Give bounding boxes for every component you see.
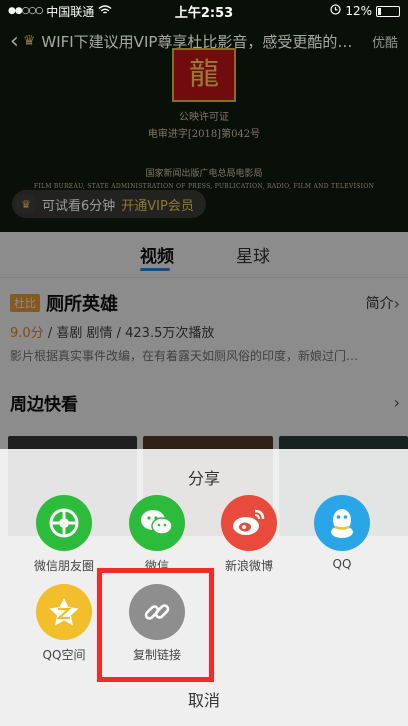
qzone-icon <box>36 584 92 640</box>
share-copy-link[interactable]: 复制链接 <box>117 584 197 663</box>
share-label: 复制链接 <box>132 648 181 662</box>
share-sheet: 分享 微信朋友圈 微信 新浪微博 QQ QQ空间 复制链接 取消 <box>0 449 408 726</box>
share-qq[interactable]: QQ <box>302 495 382 571</box>
carrier-label: 中国联通 <box>46 4 95 19</box>
alarm-icon <box>330 4 341 18</box>
cancel-button[interactable]: 取消 <box>0 687 408 711</box>
weibo-icon <box>221 495 277 551</box>
share-label: 新浪微博 <box>224 559 273 573</box>
share-weibo[interactable]: 新浪微博 <box>209 495 289 574</box>
link-icon <box>129 584 185 640</box>
share-wechat[interactable]: 微信 <box>117 495 197 574</box>
share-qzone[interactable]: QQ空间 <box>24 584 104 663</box>
wechat-icon <box>129 495 185 551</box>
dim-overlay-top[interactable] <box>0 0 408 232</box>
clock: 上午2:53 <box>174 5 234 21</box>
signal-icon: ●●○○○ <box>8 6 43 16</box>
share-moments[interactable]: 微信朋友圈 <box>24 495 104 574</box>
share-label: 微信 <box>144 559 169 573</box>
battery-icon <box>376 5 400 17</box>
share-title: 分享 <box>187 469 220 488</box>
battery-percent: 12% <box>345 4 372 18</box>
status-bar: ●●○○○ 中国联通 上午2:53 12% <box>0 0 408 22</box>
share-label: 微信朋友圈 <box>33 559 94 573</box>
share-label: QQ <box>332 557 352 571</box>
share-label: QQ空间 <box>42 648 86 662</box>
moments-icon <box>36 495 92 551</box>
wifi-icon <box>98 4 112 18</box>
qq-icon <box>314 495 370 551</box>
